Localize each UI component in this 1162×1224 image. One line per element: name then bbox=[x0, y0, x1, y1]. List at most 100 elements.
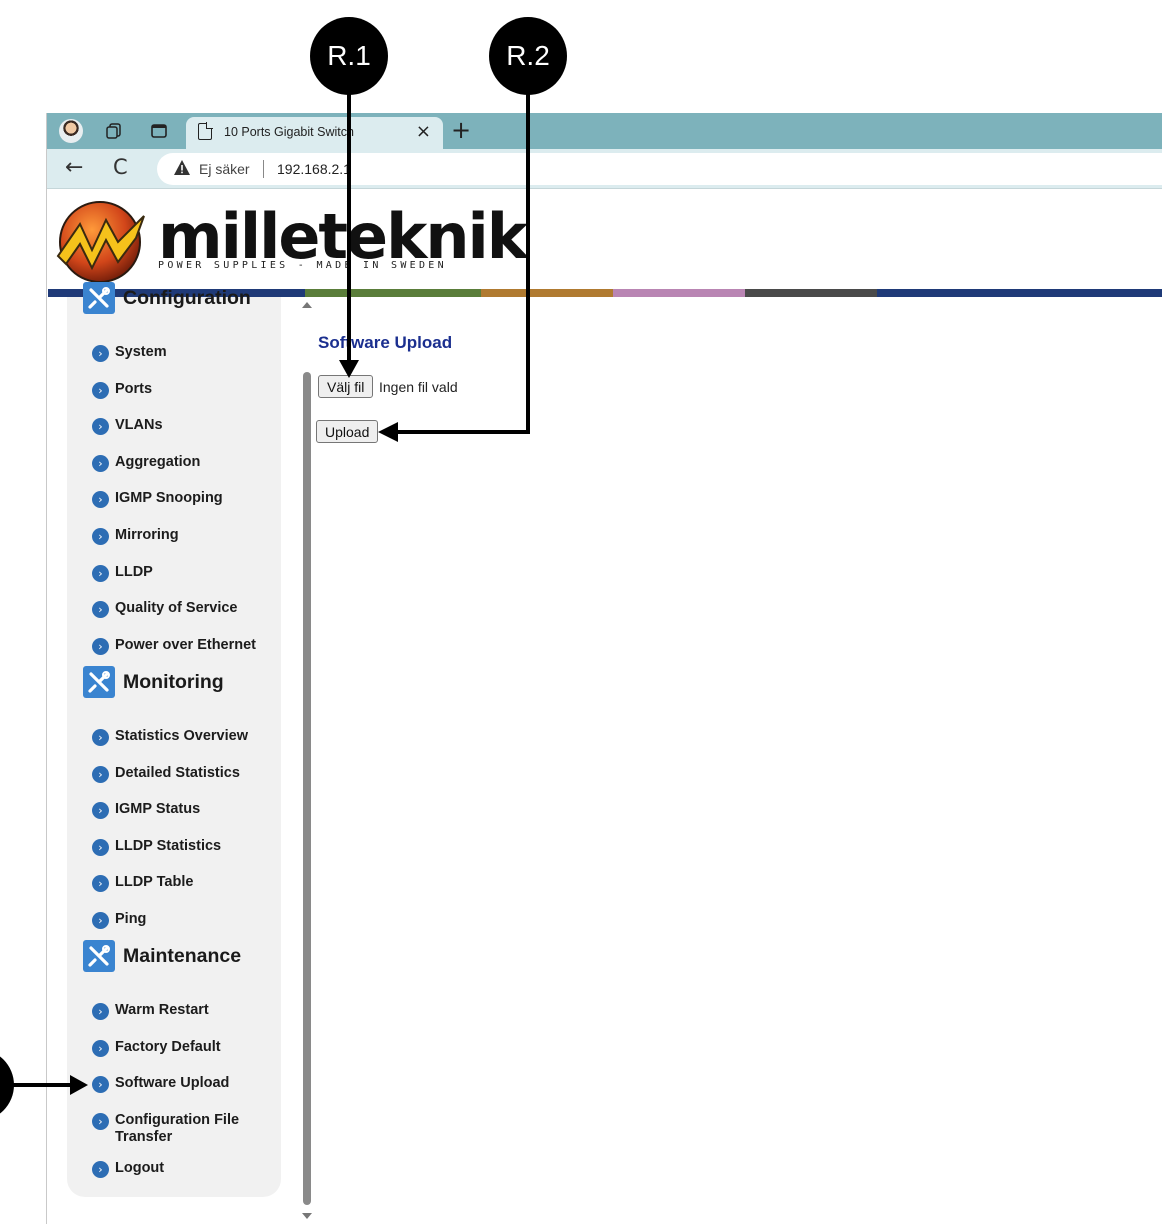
sidebar-item-label: Warm Restart bbox=[115, 1002, 209, 1018]
sidebar-item-label: LLDP Table bbox=[115, 874, 194, 891]
chevron-right-icon: › bbox=[92, 765, 109, 783]
chevron-right-icon: › bbox=[92, 1161, 109, 1179]
security-status-label[interactable]: Ej säker bbox=[199, 161, 250, 177]
sidebar-item-detailed-statistics[interactable]: › Detailed Statistics bbox=[92, 765, 240, 783]
sidebar-item-mirroring[interactable]: › Mirroring bbox=[92, 527, 179, 545]
tab-title: 10 Ports Gigabit Switch bbox=[224, 125, 354, 139]
chevron-right-icon: › bbox=[92, 637, 109, 655]
url-divider bbox=[263, 160, 264, 178]
chevron-right-icon: › bbox=[92, 838, 109, 856]
sidebar-item-software-upload[interactable]: › Software Upload bbox=[92, 1075, 229, 1094]
sidebar-item-label: Aggregation bbox=[115, 453, 201, 470]
sidebar-item-system[interactable]: › System bbox=[92, 344, 167, 362]
chevron-right-icon: › bbox=[92, 491, 109, 509]
scroll-down-arrow-icon[interactable] bbox=[302, 1213, 312, 1219]
color-strip-segment bbox=[481, 289, 613, 297]
browser-window: 10 Ports Gigabit Switch × + ← C Ej säker… bbox=[46, 113, 1162, 1224]
milleteknik-logo: milleteknik POWER SUPPLIES - MADE IN SWE… bbox=[52, 194, 528, 286]
chevron-right-icon: › bbox=[92, 528, 109, 545]
sidebar-section-configuration: Configuration bbox=[83, 282, 251, 314]
chevron-right-icon: › bbox=[92, 345, 109, 362]
screenshot-stage: 10 Ports Gigabit Switch × + ← C Ej säker… bbox=[0, 0, 1162, 1224]
sidebar-item-configuration-file-transfer[interactable]: › Configuration File Transfer bbox=[92, 1112, 245, 1146]
chevron-right-icon: › bbox=[92, 418, 109, 436]
sidebar-item-label: Detailed Statistics bbox=[115, 764, 240, 781]
sidebar-item-ports[interactable]: › Ports bbox=[92, 381, 152, 399]
sidebar-item-statistics-overview[interactable]: › Statistics Overview bbox=[92, 728, 248, 746]
color-strip-segment bbox=[305, 289, 481, 297]
sidebar-section-title: Monitoring bbox=[123, 670, 224, 693]
sidebar-item-vlans[interactable]: › VLANs bbox=[92, 417, 163, 436]
sidebar-item-label: IGMP Snooping bbox=[115, 490, 223, 507]
sidebar-item-aggregation[interactable]: › Aggregation bbox=[92, 454, 200, 472]
sidebar-item-label: System bbox=[115, 344, 167, 360]
page-icon bbox=[198, 122, 213, 140]
chevron-right-icon: › bbox=[92, 1076, 109, 1094]
browser-tab-active[interactable]: 10 Ports Gigabit Switch × bbox=[186, 117, 443, 149]
chevron-right-icon: › bbox=[92, 454, 109, 472]
sidebar-item-label: VLANs bbox=[115, 417, 163, 434]
url-text[interactable]: 192.168.2.1 bbox=[277, 161, 351, 177]
warning-icon[interactable] bbox=[173, 159, 191, 177]
sidebar-item-label: Logout bbox=[115, 1160, 165, 1177]
sidebar-item-label: LLDP bbox=[115, 563, 153, 580]
sidebar-item-igmp-snooping[interactable]: › IGMP Snooping bbox=[92, 490, 223, 509]
callout-r1: R.1 bbox=[310, 17, 388, 95]
sidebar-item-label: Power over Ethernet bbox=[115, 636, 257, 653]
sidebar-menu: Configuration › System › Ports › VLANs › Aggrega… bbox=[67, 282, 281, 1197]
sidebar-item-label: Quality of Service bbox=[115, 600, 238, 617]
chevron-right-icon: › bbox=[92, 564, 109, 582]
tools-icon bbox=[83, 940, 115, 972]
color-strip-segment bbox=[745, 289, 877, 297]
sidebar-item-ping[interactable]: › Ping bbox=[92, 911, 146, 929]
scroll-up-arrow-icon[interactable] bbox=[302, 302, 312, 308]
sidebar-section-monitoring: Monitoring bbox=[83, 666, 224, 698]
sidebar-item-lldp[interactable]: › LLDP bbox=[92, 564, 153, 582]
chevron-right-icon: › bbox=[92, 802, 109, 820]
upload-button[interactable]: Upload bbox=[316, 420, 379, 443]
sidebar-item-label: Factory Default bbox=[115, 1038, 221, 1055]
file-status-text: Ingen fil vald bbox=[379, 379, 458, 395]
collections-icon[interactable] bbox=[103, 120, 125, 142]
sidebar-item-label: Ports bbox=[115, 380, 153, 397]
sidebar-scrollbar[interactable] bbox=[300, 302, 314, 1220]
color-strip-segment bbox=[877, 289, 1162, 297]
chevron-right-icon: › bbox=[92, 381, 109, 399]
sidebar-item-lldp-statistics[interactable]: › LLDP Statistics bbox=[92, 838, 221, 856]
page-title: Software Upload bbox=[318, 333, 453, 352]
sidebar-item-label: Ping bbox=[115, 911, 147, 927]
sidebar-item-factory-default[interactable]: › Factory Default bbox=[92, 1039, 221, 1057]
sidebar-item-power-over-ethernet[interactable]: › Power over Ethernet bbox=[92, 637, 256, 655]
chevron-right-icon: › bbox=[92, 729, 109, 746]
tab-bar: 10 Ports Gigabit Switch × + bbox=[47, 113, 1162, 149]
back-button[interactable]: ← bbox=[65, 155, 83, 180]
sidebar-item-quality-of-service[interactable]: › Quality of Service bbox=[92, 600, 238, 619]
url-field[interactable]: Ej säker 192.168.2.1 bbox=[157, 153, 1162, 185]
sidebar-item-logout[interactable]: › Logout bbox=[92, 1160, 165, 1179]
refresh-button[interactable]: C bbox=[113, 155, 128, 179]
sidebar-item-igmp-status[interactable]: › IGMP Status bbox=[92, 801, 201, 820]
sidebar-item-label: LLDP Statistics bbox=[115, 837, 222, 854]
chevron-right-icon: › bbox=[92, 601, 109, 619]
tab-close-icon[interactable]: × bbox=[416, 121, 431, 142]
sidebar-section-maintenance: Maintenance bbox=[83, 940, 241, 972]
choose-file-button[interactable]: Välj fil bbox=[318, 375, 374, 398]
logo-globe-icon bbox=[56, 201, 145, 283]
scroll-thumb[interactable] bbox=[303, 372, 311, 1205]
sidebar-item-label: Mirroring bbox=[115, 527, 179, 543]
chevron-right-icon: › bbox=[92, 1112, 109, 1130]
sidebar-item-label: Statistics Overview bbox=[115, 728, 248, 744]
sidebar-item-label: IGMP Status bbox=[115, 801, 201, 818]
chevron-right-icon: › bbox=[92, 1039, 109, 1057]
profile-avatar-icon[interactable] bbox=[59, 119, 83, 143]
tools-icon bbox=[83, 282, 115, 314]
chevron-right-icon: › bbox=[92, 875, 109, 893]
sidebar-item-warm-restart[interactable]: › Warm Restart bbox=[92, 1002, 209, 1020]
sidebar-section-title: Maintenance bbox=[123, 944, 242, 967]
tab-actions-icon[interactable] bbox=[148, 120, 170, 142]
new-tab-button[interactable]: + bbox=[451, 116, 471, 144]
sidebar-item-label: Configuration File Transfer bbox=[115, 1111, 240, 1145]
color-strip-segment bbox=[613, 289, 745, 297]
sidebar-item-lldp-table[interactable]: › LLDP Table bbox=[92, 874, 194, 893]
tools-icon bbox=[83, 666, 115, 698]
